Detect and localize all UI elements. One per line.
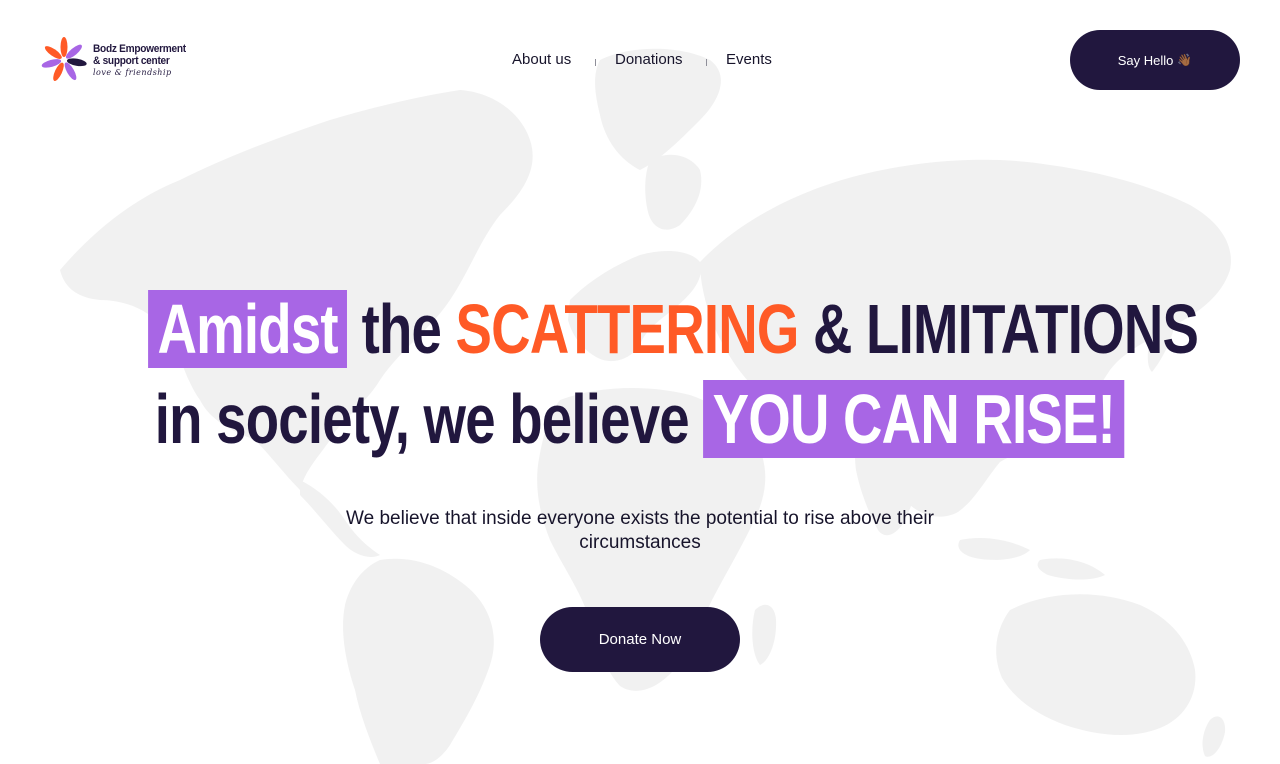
nav-item-events[interactable]: Events <box>726 51 772 68</box>
nav-divider <box>595 59 596 66</box>
donate-now-label: Donate Now <box>598 631 682 648</box>
headline-word-the: the <box>361 290 442 368</box>
donate-now-button[interactable]: Donate Now <box>540 607 740 672</box>
say-hello-label: Say Hello <box>1117 52 1174 68</box>
waving-hand-icon: 👋🏾 <box>1177 53 1193 67</box>
headline-highlight-rise: YOU CAN RISE! <box>703 380 1125 458</box>
hero-headline: Amidst the SCATTERING & LIMITATIONS in s… <box>0 284 1280 464</box>
hero-subtitle: We believe that inside everyone exists t… <box>346 508 934 553</box>
nav-item-donations[interactable]: Donations <box>615 51 683 68</box>
nav-item-about-us[interactable]: About us <box>512 51 571 68</box>
headline-highlight-amidst: Amidst <box>148 290 348 368</box>
nav-divider <box>706 59 707 66</box>
headline-line-1: Amidst the SCATTERING & LIMITATIONS <box>0 284 1280 374</box>
headline-word-limitations: & LIMITATIONS <box>812 290 1199 368</box>
headline-line-2: in society, we believe YOU CAN RISE! <box>0 374 1280 464</box>
headline-phrase-society: in society, we believe <box>155 380 690 458</box>
headline-accent-scattering: SCATTERING <box>455 290 800 368</box>
say-hello-button[interactable]: Say Hello 👋🏾 <box>1070 30 1240 90</box>
